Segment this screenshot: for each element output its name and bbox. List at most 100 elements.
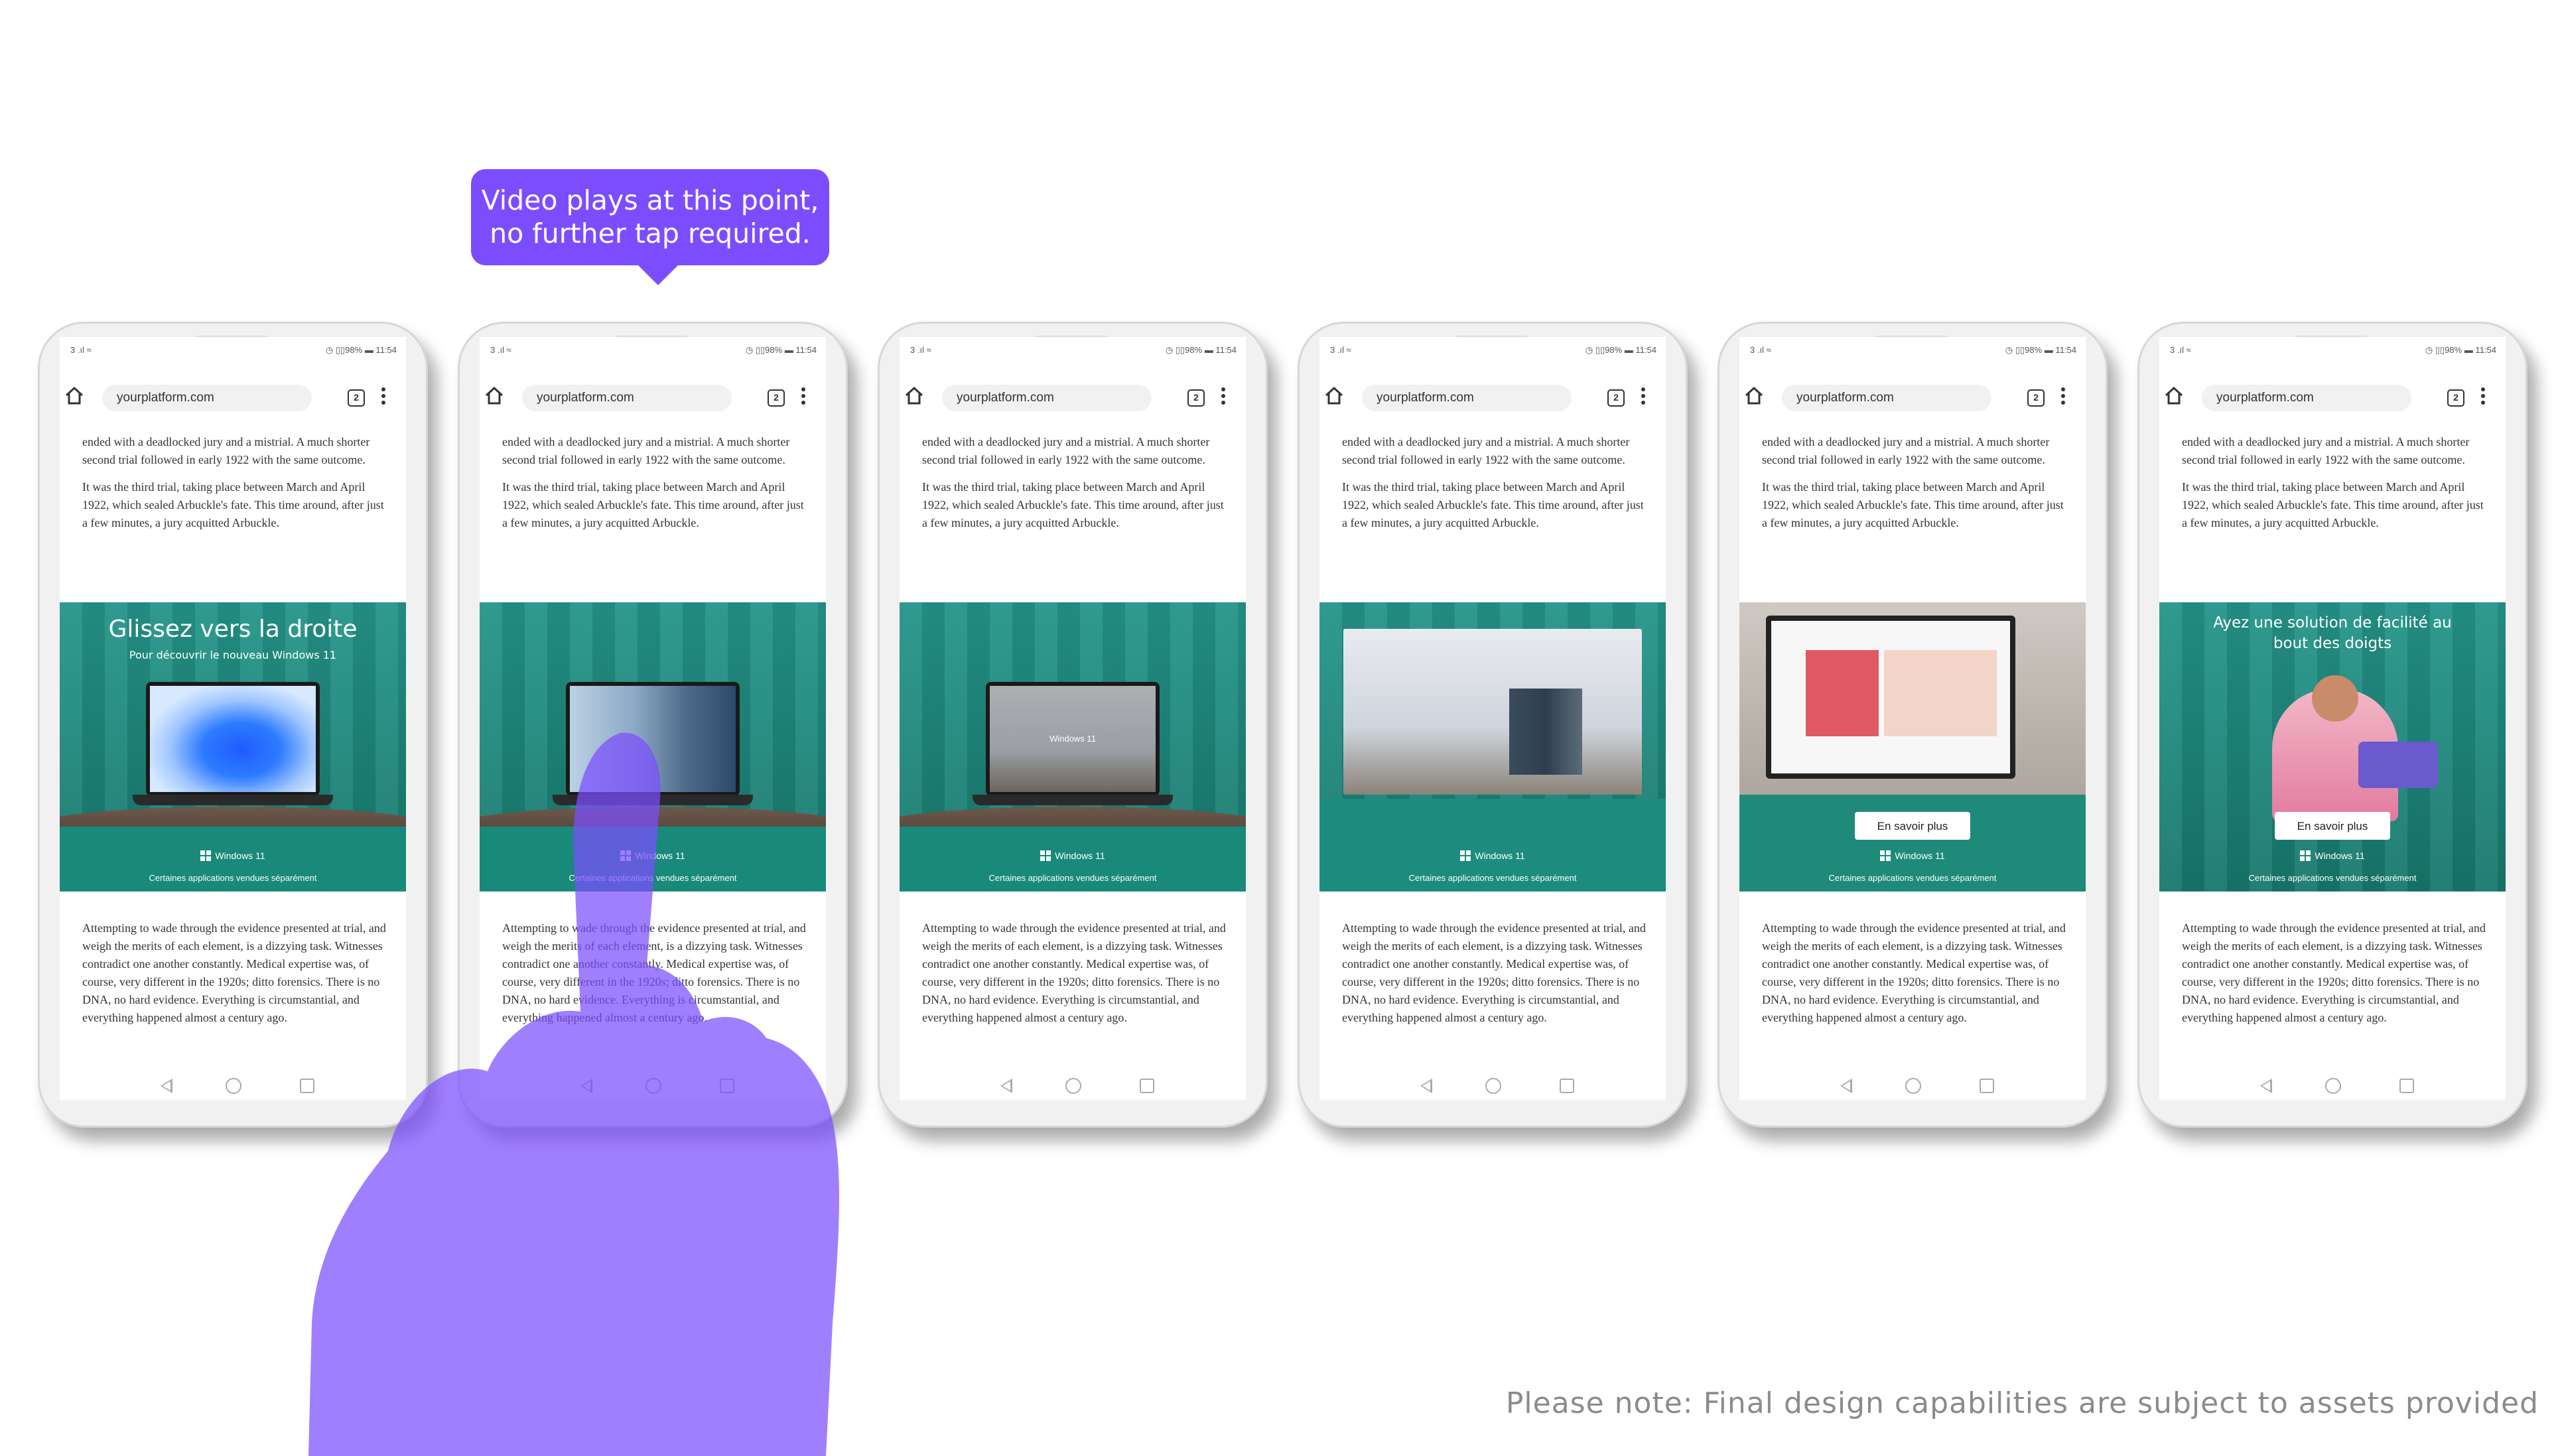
article-paragraph: It was the third trial, taking place bet… [1342,480,1644,529]
windows-label: Windows 11 [1895,850,1945,861]
article-bottom: Attempting to wade through the evidence … [1762,919,2067,1036]
hand-swipe-icon [308,732,839,1456]
windows-logo-label: Windows 11 [900,850,1246,861]
tab-switcher-icon[interactable]: 2 [2447,389,2464,407]
recent-apps-icon[interactable] [1140,1079,1154,1093]
overflow-menu-icon[interactable] [1641,387,1646,409]
home-icon[interactable] [1743,385,1765,407]
home-icon[interactable] [2163,385,2185,407]
article-top: ended with a deadlocked jury and a mistr… [2182,433,2487,541]
tab-switcher-icon[interactable]: 2 [1607,389,1625,407]
browser-address-bar: yourplatform.com 2 [1319,377,1666,418]
article-text: ended with a deadlocked jury and a mistr… [922,435,1174,448]
learn-more-button[interactable]: En savoir plus [2275,812,2390,840]
ad-creative[interactable]: En savoir plus Windows 11 Certaines appl… [1739,602,2086,892]
battery-time-status: ◷ ▯▯98% ▬ 11:54 [745,345,817,355]
back-icon[interactable] [1420,1079,1432,1093]
battery-time-status: ◷ ▯▯98% ▬ 11:54 [2005,345,2076,355]
tab-switcher-icon[interactable]: 2 [2027,389,2045,407]
article-text: ended with a deadlocked jury and a mistr… [82,435,334,448]
status-bar: 3 .ıl ≈ ◷ ▯▯98% ▬ 11:54 [1319,337,1666,361]
browser-address-bar: yourplatform.com 2 [2159,377,2506,418]
url-field[interactable]: yourplatform.com [1362,385,1572,411]
nav-home-icon[interactable] [1905,1078,1921,1094]
nav-home-icon[interactable] [226,1078,241,1094]
article-text: ended with a deadlocked jury and a mistr… [2182,435,2433,448]
article-paragraph: Attempting to wade through the evidence … [1342,921,1646,1024]
phone-screen: 3 .ıl ≈ ◷ ▯▯98% ▬ 11:54 yourplatform.com… [1739,337,2086,1100]
home-icon[interactable] [1323,385,1345,407]
article-bottom: Attempting to wade through the evidence … [1342,919,1647,1036]
article-paragraph: It was the third trial, taking place bet… [82,480,384,529]
back-icon[interactable] [161,1079,172,1093]
browser-address-bar: yourplatform.com 2 [480,377,826,418]
ad-creative[interactable]: Windows 11 Certaines applications vendue… [1319,602,1666,892]
signal-status: 3 .ıl ≈ [910,345,931,355]
back-icon[interactable] [1000,1079,1012,1093]
url-field[interactable]: yourplatform.com [1782,385,1991,411]
article-top: ended with a deadlocked jury and a mistr… [82,433,387,541]
recent-apps-icon[interactable] [1980,1079,1994,1093]
footer-note: Please note: Final design capabilities a… [1505,1386,2539,1420]
tab-switcher-icon[interactable]: 2 [348,389,365,407]
windows-label: Windows 11 [2315,850,2365,861]
recent-apps-icon[interactable] [2399,1079,2414,1093]
ad-creative[interactable]: Ayez une solution de facilité au bout de… [2159,602,2506,892]
article-paragraph: Attempting to wade through the evidence … [922,921,1226,1024]
signal-status: 3 .ıl ≈ [1750,345,1771,355]
article-paragraph: It was the third trial, taking place bet… [2182,480,2484,529]
tab-switcher-icon[interactable]: 2 [768,389,785,407]
url-field[interactable]: yourplatform.com [2202,385,2411,411]
article-top: ended with a deadlocked jury and a mistr… [502,433,807,541]
url-field[interactable]: yourplatform.com [102,385,312,411]
windows-label: Windows 11 [1055,850,1105,861]
learn-more-button[interactable]: En savoir plus [1855,812,1970,840]
browser-address-bar: yourplatform.com 2 [900,377,1246,418]
laptop-screen-label: Windows 11 [1049,734,1096,744]
home-icon[interactable] [904,385,925,407]
windows-logo-icon [1460,850,1471,861]
nav-home-icon[interactable] [1485,1078,1501,1094]
ad-headline: Glissez vers la droite [108,616,358,643]
windows-logo-label: Windows 11 [1319,850,1666,861]
article-paragraph: It was the third trial, taking place bet… [922,480,1224,529]
android-nav-bar [2159,1076,2506,1100]
tooltip-line-2: no further tap required. [490,218,811,249]
tooltip-line-1: Video plays at this point, [481,184,819,216]
ad-subheadline: Pour découvrir le nouveau Windows 11 [129,649,337,661]
nav-home-icon[interactable] [2325,1078,2341,1094]
status-bar: 3 .ıl ≈ ◷ ▯▯98% ▬ 11:54 [60,337,406,361]
recent-apps-icon[interactable] [1560,1079,1574,1093]
ad-disclaimer: Certaines applications vendues séparémen… [988,873,1157,883]
overflow-menu-icon[interactable] [2480,387,2486,409]
overflow-menu-icon[interactable] [2060,387,2066,409]
ad-creative[interactable]: Windows 11 Windows 11 Certaines applicat… [900,602,1246,892]
article-bottom: Attempting to wade through the evidence … [922,919,1227,1036]
home-icon[interactable] [64,385,85,407]
ad-disclaimer: Certaines applications vendues séparémen… [1408,873,1577,883]
overflow-menu-icon[interactable] [1221,387,1226,409]
url-field[interactable]: yourplatform.com [522,385,732,411]
windows-label: Windows 11 [1475,850,1525,861]
url-field[interactable]: yourplatform.com [942,385,1152,411]
overflow-menu-icon[interactable] [801,387,806,409]
back-icon[interactable] [1840,1079,1852,1093]
article-text: ended with a deadlocked jury and a mistr… [1762,435,2013,448]
ad-headline: Ayez une solution de facilité au bout de… [2213,614,2452,652]
overflow-menu-icon[interactable] [381,387,386,409]
home-icon[interactable] [484,385,505,407]
status-bar: 3 .ıl ≈ ◷ ▯▯98% ▬ 11:54 [1739,337,2086,361]
phone-screen: 3 .ıl ≈ ◷ ▯▯98% ▬ 11:54 yourplatform.com… [2159,337,2506,1100]
android-nav-bar [900,1076,1246,1100]
windows-logo-label: Windows 11 [1739,850,2086,861]
nav-home-icon[interactable] [1065,1078,1081,1094]
back-icon[interactable] [2260,1079,2272,1093]
battery-time-status: ◷ ▯▯98% ▬ 11:54 [1585,345,1656,355]
phone-frame: 3 .ıl ≈ ◷ ▯▯98% ▬ 11:54 yourplatform.com… [1298,322,1688,1128]
article-paragraph: It was the third trial, taking place bet… [1762,480,2064,529]
tab-switcher-icon[interactable]: 2 [1187,389,1205,407]
article-paragraph: It was the third trial, taking place bet… [502,480,804,529]
ad-disclaimer: Certaines applications vendues séparémen… [2248,873,2417,883]
windows-logo-label: Windows 11 [2159,850,2506,861]
phone-frame: 3 .ıl ≈ ◷ ▯▯98% ▬ 11:54 yourplatform.com… [1718,322,2108,1128]
